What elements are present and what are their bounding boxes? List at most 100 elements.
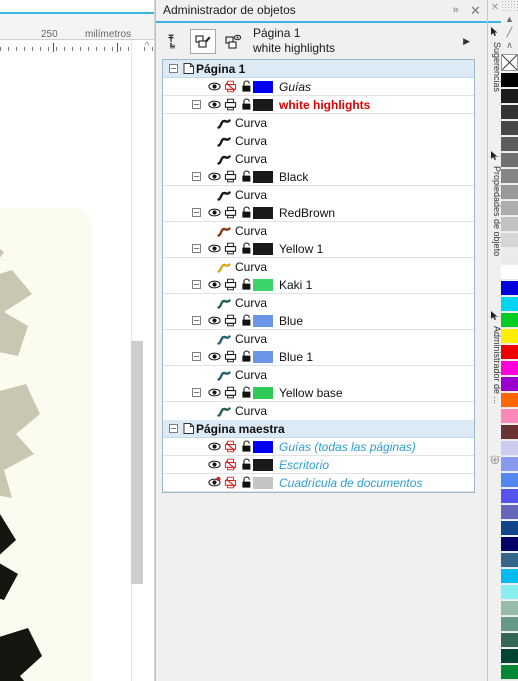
palette-color-swatch[interactable] <box>501 361 518 376</box>
printable-printer-icon[interactable] <box>224 278 237 291</box>
lock-icon[interactable] <box>241 206 252 219</box>
add-docker-icon[interactable]: ⊕ <box>488 452 502 468</box>
expander-toggle[interactable]: − <box>192 280 201 289</box>
tree-object-row[interactable]: Curva <box>163 132 474 150</box>
expander-toggle[interactable]: − <box>192 388 201 397</box>
layer-color-swatch[interactable] <box>253 278 273 291</box>
layer-color-swatch[interactable] <box>253 476 273 489</box>
palette-scroll-grip[interactable] <box>501 0 518 13</box>
palette-color-swatch[interactable] <box>501 537 518 552</box>
lock-icon[interactable] <box>241 314 252 327</box>
cursor-question-icon[interactable] <box>489 26 501 38</box>
palette-color-swatch[interactable] <box>501 89 518 104</box>
printable-printer-icon[interactable] <box>224 440 237 453</box>
printable-printer-icon[interactable] <box>224 350 237 363</box>
layer-color-swatch[interactable] <box>253 314 273 327</box>
tree-object-row[interactable]: Curva <box>163 294 474 312</box>
printable-printer-icon[interactable] <box>224 242 237 255</box>
lock-icon[interactable] <box>241 170 252 183</box>
tabstrip-close-icon[interactable]: ✕ <box>489 2 501 14</box>
page-layer-selector[interactable]: Página 1 white highlights <box>253 26 468 56</box>
palette-scroll-more-icon[interactable]: ∧ <box>501 39 518 52</box>
tree-master-row[interactable]: Escritorio <box>163 456 474 474</box>
tree-object-row[interactable]: Curva <box>163 366 474 384</box>
layer-color-swatch[interactable] <box>253 440 273 453</box>
palette-color-swatch[interactable] <box>501 553 518 568</box>
printable-printer-icon[interactable] <box>224 80 237 93</box>
palette-color-swatch[interactable] <box>501 73 518 88</box>
lock-icon[interactable] <box>241 278 252 291</box>
layer-color-swatch[interactable] <box>253 170 273 183</box>
visibility-eye-icon[interactable] <box>208 350 221 363</box>
docker-tab-object-properties[interactable]: Propiedades de objeto <box>488 164 502 312</box>
visibility-eye-icon[interactable] <box>208 476 221 489</box>
visibility-eye-icon[interactable] <box>208 314 221 327</box>
expander-toggle[interactable]: − <box>192 352 201 361</box>
drawing-canvas-area[interactable]: 250 milímetros ^ <box>0 0 155 681</box>
visibility-eye-icon[interactable] <box>208 440 221 453</box>
tree-page-row[interactable]: − Página maestra <box>163 420 474 438</box>
palette-color-swatch[interactable] <box>501 569 518 584</box>
object-tree[interactable]: − Página 1 Guías − white highlights Curva Curv… <box>162 59 475 493</box>
layer-color-swatch[interactable] <box>253 242 273 255</box>
lock-icon[interactable] <box>241 476 252 489</box>
tree-layer-row[interactable]: − Kaki 1 <box>163 276 474 294</box>
expander-toggle[interactable]: − <box>169 64 178 73</box>
palette-color-swatch[interactable] <box>501 313 518 328</box>
tree-object-row[interactable]: Curva <box>163 222 474 240</box>
palette-color-swatch[interactable] <box>501 441 518 456</box>
tree-object-row[interactable]: Curva <box>163 402 474 420</box>
visibility-eye-icon[interactable] <box>208 278 221 291</box>
horizontal-ruler[interactable]: 250 milímetros <box>0 14 155 54</box>
palette-color-swatch[interactable] <box>501 105 518 120</box>
ruler-scroll-up-icon[interactable]: ^ <box>140 40 154 54</box>
palette-color-swatch[interactable] <box>501 505 518 520</box>
visibility-eye-icon[interactable] <box>208 242 221 255</box>
palette-color-swatch[interactable] <box>501 281 518 296</box>
printable-printer-icon[interactable] <box>224 170 237 183</box>
lock-icon[interactable] <box>241 440 252 453</box>
layer-color-swatch[interactable] <box>253 98 273 111</box>
tree-object-row[interactable]: Curva <box>163 330 474 348</box>
palette-color-swatch[interactable] <box>501 185 518 200</box>
expander-toggle[interactable]: − <box>192 208 201 217</box>
palette-color-swatch[interactable] <box>501 521 518 536</box>
palette-color-swatch[interactable] <box>501 137 518 152</box>
palette-color-swatch[interactable] <box>501 633 518 648</box>
palette-color-swatch[interactable] <box>501 601 518 616</box>
color-palette[interactable]: ▲ ╱ ∧ <box>501 0 518 681</box>
printable-printer-icon[interactable] <box>224 314 237 327</box>
palette-color-swatch[interactable] <box>501 617 518 632</box>
palette-color-swatch[interactable] <box>501 249 518 264</box>
docker-tab-cursor-question[interactable]: Sugerencias <box>488 40 502 152</box>
layer-color-swatch[interactable] <box>253 458 273 471</box>
expander-toggle[interactable]: − <box>192 172 201 181</box>
palette-color-swatch[interactable] <box>501 489 518 504</box>
lock-icon[interactable] <box>241 242 252 255</box>
palette-color-swatch[interactable] <box>501 153 518 168</box>
lock-icon[interactable] <box>241 386 252 399</box>
palette-color-swatch[interactable] <box>501 217 518 232</box>
palette-color-swatch[interactable] <box>501 233 518 248</box>
expander-toggle[interactable]: − <box>169 424 178 433</box>
palette-color-swatch[interactable] <box>501 265 518 280</box>
palette-color-swatch[interactable] <box>501 457 518 472</box>
visibility-eye-icon[interactable] <box>208 98 221 111</box>
tree-layer-row[interactable]: − Blue 1 <box>163 348 474 366</box>
palette-color-swatch[interactable] <box>501 169 518 184</box>
palette-scroll-up-icon[interactable]: ▲ <box>501 13 518 26</box>
page-selector-arrow-icon[interactable]: ▶ <box>463 36 470 47</box>
printable-printer-icon[interactable] <box>224 98 237 111</box>
tree-layer-row[interactable]: − Black <box>163 168 474 186</box>
tree-layer-row[interactable]: − Yellow base <box>163 384 474 402</box>
printable-printer-icon[interactable] <box>224 206 237 219</box>
layer-color-swatch[interactable] <box>253 350 273 363</box>
lock-icon[interactable] <box>241 80 252 93</box>
close-docker-button[interactable]: ✕ <box>467 2 484 19</box>
palette-color-swatch[interactable] <box>501 121 518 136</box>
palette-color-swatch[interactable] <box>501 665 518 680</box>
printable-printer-icon[interactable] <box>224 476 237 489</box>
tree-layer-row[interactable]: − RedBrown <box>163 204 474 222</box>
docker-tab-object-manager[interactable]: Administrador de ... <box>488 324 502 452</box>
tree-master-row[interactable]: Cuadrícula de documentos <box>163 474 474 492</box>
